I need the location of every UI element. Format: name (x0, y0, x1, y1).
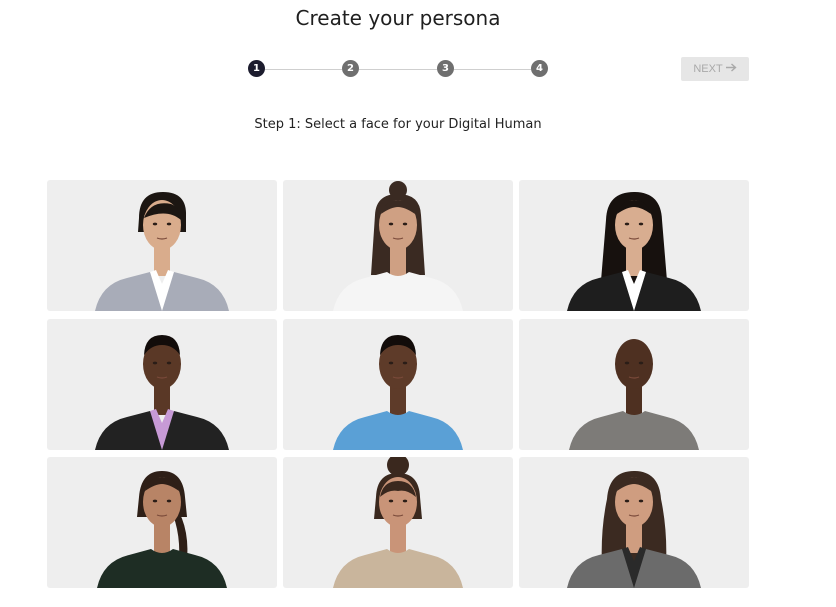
step-1-indicator[interactable]: 1 (248, 60, 265, 77)
step-instruction: Step 1: Select a face for your Digital H… (254, 117, 542, 132)
step-2-indicator[interactable]: 2 (342, 60, 359, 77)
face-card[interactable] (47, 457, 277, 588)
face-card[interactable] (519, 457, 749, 588)
step-connector (359, 69, 437, 70)
avatar (567, 192, 701, 311)
face-card[interactable] (47, 319, 277, 450)
face-card[interactable] (519, 319, 749, 450)
face-card[interactable] (283, 319, 513, 450)
next-button-label: NEXT (693, 63, 723, 75)
avatar (333, 457, 463, 588)
step-4-indicator[interactable]: 4 (531, 60, 548, 77)
arrow-right-icon (725, 63, 737, 75)
next-button[interactable]: NEXT (681, 57, 749, 81)
page-title: Create your persona (295, 6, 501, 30)
avatar (97, 471, 227, 588)
face-card[interactable] (47, 180, 277, 311)
face-card[interactable] (283, 457, 513, 588)
step-connector (454, 69, 531, 70)
face-card[interactable] (519, 180, 749, 311)
avatar (95, 192, 229, 311)
step-connector (265, 69, 342, 70)
avatar (95, 335, 229, 450)
avatar (567, 471, 701, 588)
avatar (333, 181, 463, 311)
face-card[interactable] (283, 180, 513, 311)
step-3-indicator[interactable]: 3 (437, 60, 454, 77)
avatar (333, 335, 463, 450)
stepper: 1 2 3 4 (248, 60, 548, 78)
avatar (569, 339, 699, 450)
